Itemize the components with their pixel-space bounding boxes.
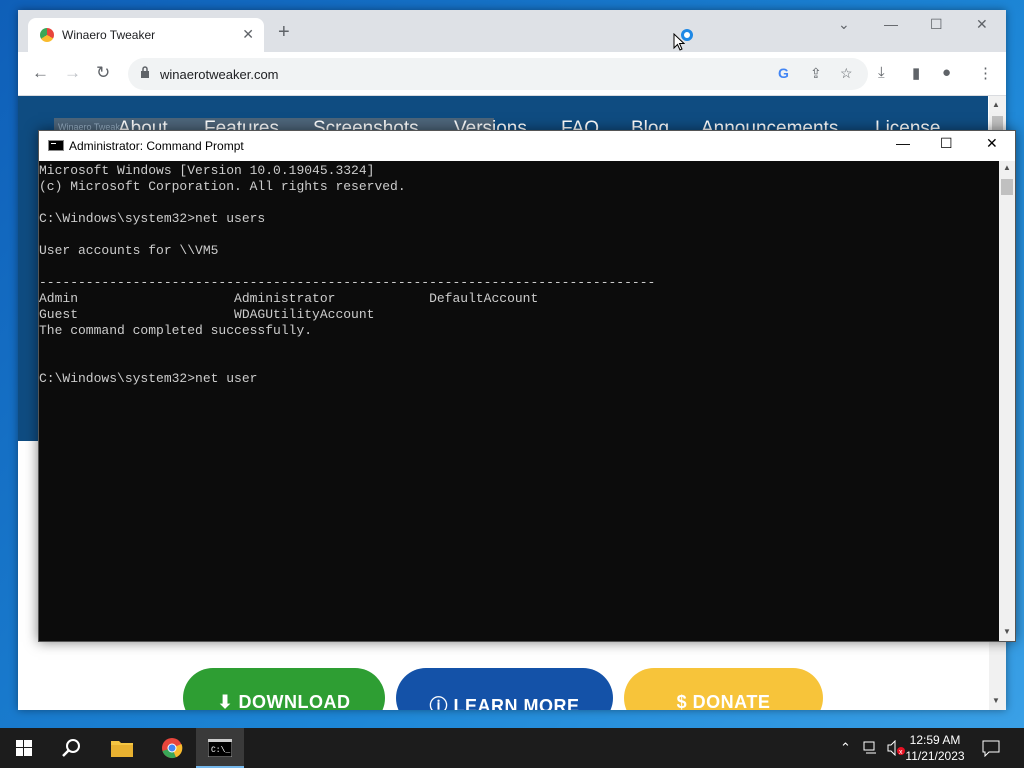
search-button[interactable] [48, 728, 96, 768]
cmd-close-icon[interactable]: ✕ [986, 135, 998, 152]
tab-search-icon[interactable]: ⌄ [838, 16, 850, 33]
forward-icon[interactable]: → [64, 64, 81, 82]
winaero-favicon-icon [40, 28, 54, 42]
chrome-icon [162, 738, 183, 759]
url-text: winaerotweaker.com [160, 67, 279, 82]
cmd-window-title: Administrator: Command Prompt [69, 139, 244, 153]
cmd-minimize-icon[interactable]: — [896, 135, 910, 151]
profile-avatar-icon[interactable]: ● [942, 64, 951, 81]
command-prompt-window: Administrator: Command Prompt — ☐ ✕ Micr… [38, 130, 1016, 642]
busy-spinner-icon [681, 29, 693, 41]
cmd-scroll-up-icon[interactable]: ▲ [1003, 163, 1011, 172]
file-explorer-button[interactable] [98, 728, 146, 768]
windows-logo-icon [16, 740, 32, 756]
minimize-icon[interactable]: — [884, 16, 898, 32]
scroll-down-icon[interactable]: ▼ [992, 696, 1000, 705]
share-icon[interactable]: ⇪ [810, 65, 822, 82]
cmd-maximize-icon[interactable]: ☐ [940, 135, 953, 152]
console-line: Admin Administrator DefaultAccount [39, 291, 539, 306]
address-bar[interactable]: winaerotweaker.com G ⇪ ☆ [128, 58, 868, 90]
cmd-scroll-down-icon[interactable]: ▼ [1003, 627, 1011, 636]
console-output[interactable]: Microsoft Windows [Version 10.0.19045.33… [39, 161, 999, 641]
console-line: (c) Microsoft Corporation. All rights re… [39, 179, 406, 194]
cmd-scroll-thumb[interactable] [1001, 179, 1013, 195]
maximize-icon[interactable]: ☐ [930, 16, 943, 33]
tab-winaero[interactable]: Winaero Tweaker ✕ [28, 18, 264, 52]
side-panel-icon[interactable]: ▮ [912, 64, 920, 82]
donate-button[interactable]: $ DONATE [624, 668, 823, 710]
console-line: User accounts for \\VM5 [39, 243, 219, 258]
reload-icon[interactable]: ↻ [96, 64, 110, 82]
learn-more-button[interactable]: ⓘ LEARN MORE [396, 668, 613, 710]
close-window-icon[interactable]: ✕ [976, 16, 988, 33]
start-button[interactable] [0, 728, 48, 768]
cmd-title-bar[interactable]: Administrator: Command Prompt — ☐ ✕ [39, 131, 1015, 161]
show-hidden-icons-icon[interactable]: ⌃ [840, 740, 851, 756]
menu-kebab-icon[interactable]: ⋮ [978, 64, 993, 82]
terminal-icon: C:\_ [208, 739, 232, 757]
console-line: The command completed successfully. [39, 323, 313, 338]
tab-strip: Winaero Tweaker ✕ + ⌄ — ☐ ✕ [18, 10, 1006, 52]
system-clock[interactable]: 12:59 AM 11/21/2023 [900, 732, 970, 764]
network-icon[interactable] [862, 740, 880, 756]
cmd-taskbar-button[interactable]: C:\_ [196, 728, 244, 768]
notification-icon[interactable] [982, 739, 1000, 757]
scroll-up-icon[interactable]: ▲ [992, 100, 1000, 109]
lock-icon [141, 66, 149, 78]
download-icon[interactable]: ⤓ [878, 64, 885, 81]
tab-title: Winaero Tweaker [62, 28, 156, 42]
google-lens-icon[interactable]: G [778, 65, 789, 81]
new-tab-button[interactable]: + [278, 22, 290, 42]
console-line: Guest WDAGUtilityAccount [39, 307, 375, 322]
clock-time: 12:59 AM [909, 733, 961, 747]
chrome-taskbar-button[interactable] [148, 728, 196, 768]
bookmark-star-icon[interactable]: ☆ [840, 65, 853, 82]
taskbar: C:\_ ⌃ x 12:59 AM 11/21/2023 [0, 728, 1024, 768]
cmd-scrollbar[interactable]: ▲ ▼ [999, 161, 1015, 641]
back-icon[interactable]: ← [32, 64, 49, 82]
clock-date: 11/21/2023 [905, 749, 965, 763]
browser-toolbar: ← → ↻ winaerotweaker.com G ⇪ ☆ ⤓ ▮ ● ⋮ [18, 52, 1006, 96]
console-line: Microsoft Windows [Version 10.0.19045.33… [39, 163, 375, 178]
folder-icon [111, 741, 133, 757]
cmd-app-icon [48, 140, 64, 151]
console-prompt-line[interactable]: C:\Windows\system32>net user [39, 371, 999, 387]
download-button[interactable]: ⬇ DOWNLOAD [183, 668, 385, 710]
tab-close-icon[interactable]: ✕ [242, 26, 254, 43]
svg-text:C:\_: C:\_ [211, 746, 230, 755]
console-line: ----------------------------------------… [39, 275, 656, 290]
search-icon [62, 739, 80, 757]
console-line: C:\Windows\system32>net users [39, 211, 266, 226]
